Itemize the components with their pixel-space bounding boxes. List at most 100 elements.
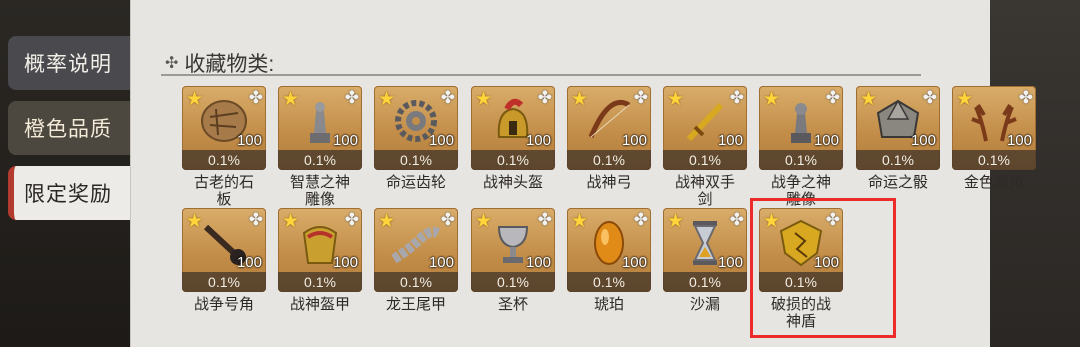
section-divider	[161, 74, 921, 76]
puzzle-icon: ✤	[537, 88, 552, 107]
tab-probability-info[interactable]: 概率说明	[8, 36, 130, 90]
item-count: 100	[910, 132, 936, 149]
item-probability: 0.1%	[567, 272, 651, 292]
highlight-box	[750, 198, 896, 338]
item-probability: 0.1%	[759, 150, 843, 170]
item-probability: 0.1%	[663, 150, 747, 170]
item-card[interactable]: ★ ✤ 100 0.1%	[471, 208, 555, 292]
collection-item[interactable]: ★ ✤ 100 0.1% 命运齿轮	[374, 86, 458, 191]
tab-orange-quality[interactable]: 橙色品质	[8, 101, 130, 155]
item-card[interactable]: ★ ✤ 100 0.1%	[567, 86, 651, 170]
item-count: 100	[717, 254, 743, 271]
puzzle-icon: ✤	[729, 88, 744, 107]
item-card[interactable]: ★ ✤ 100 0.1%	[471, 86, 555, 170]
item-count: 100	[813, 132, 839, 149]
item-name: 战争号角	[193, 296, 254, 313]
puzzle-icon: ✤	[440, 210, 455, 229]
collection-item[interactable]: ★ ✤ 100 0.1% 命运之骰	[856, 86, 940, 191]
item-probability: 0.1%	[278, 272, 362, 292]
puzzle-icon: ✤	[537, 210, 552, 229]
item-card[interactable]: ★ ✤ 100 0.1%	[663, 86, 747, 170]
item-count: 100	[236, 132, 262, 149]
item-count: 100	[621, 132, 647, 149]
item-probability: 0.1%	[471, 150, 555, 170]
collection-item[interactable]: ★ ✤ 100 0.1% 龙王尾甲	[374, 208, 458, 313]
collection-item[interactable]: ★ ✤ 100 0.1% 战神头盔	[471, 86, 555, 191]
puzzle-icon: ✤	[825, 88, 840, 107]
star-icon: ★	[475, 89, 493, 110]
item-card[interactable]: ★ ✤ 100 0.1%	[182, 208, 266, 292]
item-probability: 0.1%	[567, 150, 651, 170]
star-icon: ★	[475, 211, 493, 232]
item-count: 100	[525, 132, 551, 149]
item-count: 100	[525, 254, 551, 271]
item-name: 战神弓	[586, 174, 632, 191]
item-name: 战神盔甲	[289, 296, 350, 313]
puzzle-icon: ✤	[344, 88, 359, 107]
collection-item[interactable]: ★ ✤ 100 0.1% 战争号角	[182, 208, 266, 313]
item-probability: 0.1%	[182, 272, 266, 292]
item-count: 100	[332, 132, 358, 149]
collection-item[interactable]: ★ ✤ 100 0.1% 圣杯	[471, 208, 555, 313]
item-count: 100	[428, 254, 454, 271]
star-icon: ★	[378, 89, 396, 110]
item-probability: 0.1%	[278, 150, 362, 170]
item-card[interactable]: ★ ✤ 100 0.1%	[374, 208, 458, 292]
puzzle-icon: ✤	[248, 88, 263, 107]
item-card[interactable]: ★ ✤ 100 0.1%	[374, 86, 458, 170]
puzzle-icon: ✤	[729, 210, 744, 229]
item-card[interactable]: ★ ✤ 100 0.1%	[759, 86, 843, 170]
item-count: 100	[428, 132, 454, 149]
item-probability: 0.1%	[182, 150, 266, 170]
item-count: 100	[236, 254, 262, 271]
star-icon: ★	[378, 211, 396, 232]
item-card[interactable]: ★ ✤ 100 0.1%	[278, 208, 362, 292]
star-icon: ★	[186, 89, 204, 110]
star-icon: ★	[956, 89, 974, 110]
item-name: 琥珀	[593, 296, 624, 313]
item-count: 100	[332, 254, 358, 271]
collection-item[interactable]: ★ ✤ 100 0.1% 战神弓	[567, 86, 651, 191]
collection-item[interactable]: ★ ✤ 100 0.1% 古老的石板	[182, 86, 266, 208]
collection-item[interactable]: ★ ✤ 100 0.1% 智慧之神雕像	[278, 86, 362, 208]
item-card[interactable]: ★ ✤ 100 0.1%	[182, 86, 266, 170]
item-count: 100	[1006, 132, 1032, 149]
star-icon: ★	[860, 89, 878, 110]
item-name: 战神双手剑	[674, 174, 735, 208]
item-card[interactable]: ★ ✤ 100 0.1%	[278, 86, 362, 170]
collection-item[interactable]: ★ ✤ 100 0.1% 战神盔甲	[278, 208, 362, 313]
tab-limited-rewards[interactable]: 限定奖励	[8, 166, 130, 220]
star-icon: ★	[667, 211, 685, 232]
star-icon: ★	[571, 89, 589, 110]
star-icon: ★	[282, 89, 300, 110]
item-name: 龙王尾甲	[385, 296, 446, 313]
item-card[interactable]: ★ ✤ 100 0.1%	[952, 86, 1036, 170]
section-deco-icon: ✣	[165, 55, 179, 72]
puzzle-icon: ✤	[344, 210, 359, 229]
collection-item[interactable]: ★ ✤ 100 0.1% 金色鹿角	[952, 86, 1036, 191]
item-name: 古老的石板	[193, 174, 254, 208]
item-card[interactable]: ★ ✤ 100 0.1%	[663, 208, 747, 292]
star-icon: ★	[282, 211, 300, 232]
item-count: 100	[717, 132, 743, 149]
item-probability: 0.1%	[663, 272, 747, 292]
item-probability: 0.1%	[856, 150, 940, 170]
puzzle-icon: ✤	[1018, 88, 1033, 107]
item-probability: 0.1%	[374, 150, 458, 170]
puzzle-icon: ✤	[922, 88, 937, 107]
item-name: 命运之骰	[867, 174, 928, 191]
item-name: 智慧之神雕像	[289, 174, 350, 208]
item-probability: 0.1%	[471, 272, 555, 292]
puzzle-icon: ✤	[633, 210, 648, 229]
puzzle-icon: ✤	[248, 210, 263, 229]
collection-item[interactable]: ★ ✤ 100 0.1% 琥珀	[567, 208, 651, 313]
star-icon: ★	[186, 211, 204, 232]
star-icon: ★	[571, 211, 589, 232]
item-card[interactable]: ★ ✤ 100 0.1%	[856, 86, 940, 170]
collection-item[interactable]: ★ ✤ 100 0.1% 战争之神雕像	[759, 86, 843, 208]
item-card[interactable]: ★ ✤ 100 0.1%	[567, 208, 651, 292]
collection-item[interactable]: ★ ✤ 100 0.1% 沙漏	[663, 208, 747, 313]
collection-item[interactable]: ★ ✤ 100 0.1% 战神双手剑	[663, 86, 747, 208]
item-name: 沙漏	[689, 296, 720, 313]
star-icon: ★	[763, 89, 781, 110]
